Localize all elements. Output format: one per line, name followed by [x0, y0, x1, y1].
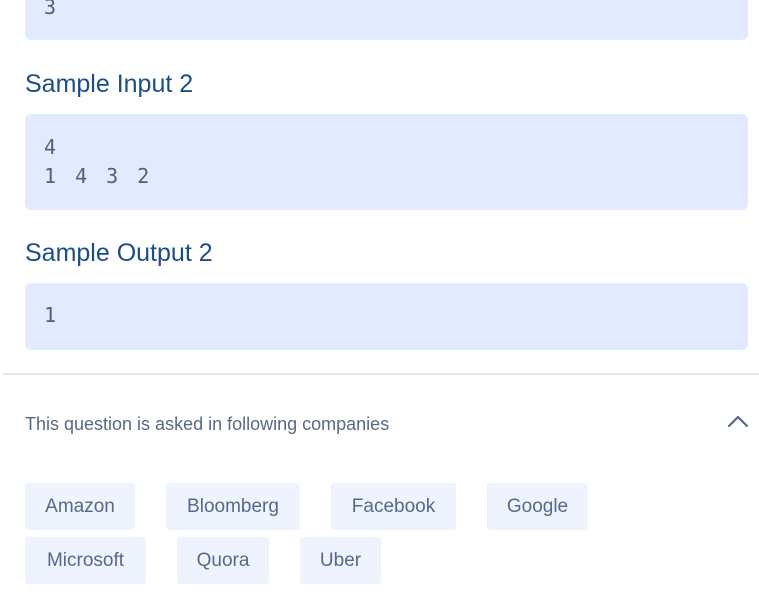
- company-tag-quora[interactable]: Quora: [177, 537, 269, 584]
- collapse-companies-button[interactable]: [724, 410, 752, 432]
- company-tag-uber[interactable]: Uber: [300, 537, 381, 584]
- sample-input-2-heading: Sample Input 2: [25, 70, 194, 98]
- company-tag-amazon[interactable]: Amazon: [25, 483, 135, 530]
- sample-output-2-block: 1: [25, 283, 748, 350]
- code-line: 3: [44, 0, 57, 19]
- code-line: 1 4 3 2: [44, 164, 150, 188]
- company-tag-microsoft[interactable]: Microsoft: [25, 537, 146, 584]
- company-tag-bloomberg[interactable]: Bloomberg: [166, 483, 300, 530]
- sample-output-2-heading: Sample Output 2: [25, 239, 213, 267]
- sample-input-2-block: 4 1 4 3 2: [25, 114, 748, 210]
- code-line: 4: [44, 135, 57, 159]
- section-divider: [3, 373, 759, 375]
- company-tag-facebook[interactable]: Facebook: [331, 483, 456, 530]
- chevron-up-icon: [727, 415, 749, 428]
- company-tag-google[interactable]: Google: [487, 483, 588, 530]
- sample-output-1-block: 3: [25, 0, 748, 40]
- companies-section-title: This question is asked in following comp…: [25, 414, 390, 434]
- code-line: 1: [44, 303, 57, 327]
